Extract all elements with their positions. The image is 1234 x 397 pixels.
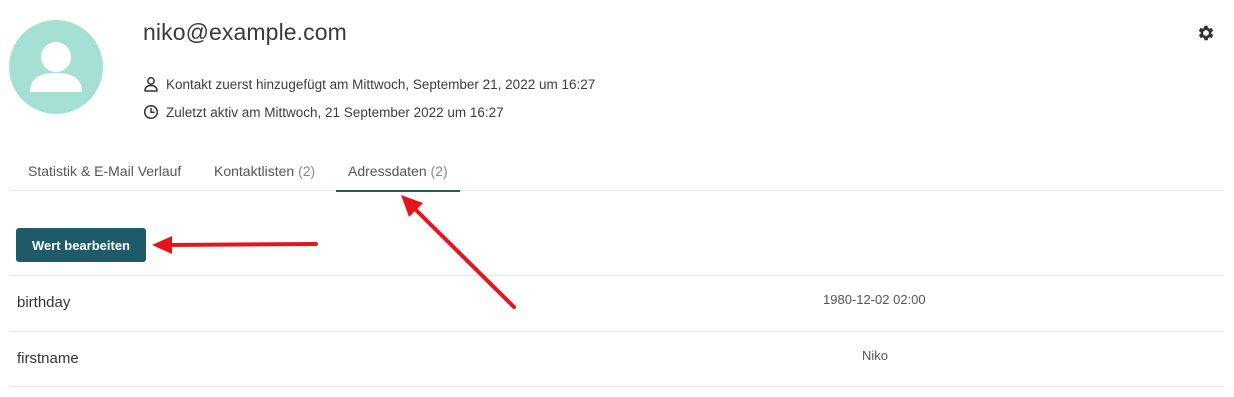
contact-last-active-info: Zuletzt aktiv am Mittwoch, 21 September …: [143, 104, 504, 120]
contact-last-active-text: Zuletzt aktiv am Mittwoch, 21 September …: [166, 104, 504, 120]
person-avatar-icon: [30, 42, 82, 92]
tab-count: (2): [430, 163, 448, 179]
field-key: firstname: [17, 350, 79, 367]
tab-count: (2): [298, 163, 316, 179]
contact-email-title: niko@example.com: [143, 19, 347, 45]
field-value: 1980-12-02 02:00: [823, 292, 926, 307]
tab-statistics[interactable]: Statistik & E-Mail Verlauf: [28, 163, 181, 191]
table-row: firstname Niko: [10, 331, 1224, 387]
contact-added-info: Kontakt zuerst hinzugefügt am Mittwoch, …: [143, 76, 595, 92]
arrow-to-edit-button: [152, 236, 318, 254]
contact-added-text: Kontakt zuerst hinzugefügt am Mittwoch, …: [166, 76, 596, 92]
tab-label: Kontaktlisten: [214, 163, 295, 179]
tab-contact-lists[interactable]: Kontaktlisten (2): [214, 163, 315, 191]
contact-detail-page: niko@example.com Kontakt zuerst hinzugef…: [0, 0, 1234, 397]
person-icon: [143, 76, 159, 92]
edit-value-button[interactable]: Wert bearbeiten: [16, 228, 146, 262]
tab-label: Statistik & E-Mail Verlauf: [28, 163, 182, 179]
gear-icon[interactable]: [1196, 23, 1216, 43]
field-value: Niko: [862, 348, 889, 363]
tab-address-data[interactable]: Adressdaten (2): [336, 163, 460, 192]
clock-icon: [143, 104, 159, 120]
table-row: birthday 1980-12-02 02:00: [10, 275, 1224, 331]
tab-label: Adressdaten: [348, 163, 427, 179]
tab-bar: Statistik & E-Mail Verlauf Kontaktlisten…: [10, 150, 1224, 192]
field-key: birthday: [17, 294, 71, 311]
avatar: [9, 20, 103, 114]
